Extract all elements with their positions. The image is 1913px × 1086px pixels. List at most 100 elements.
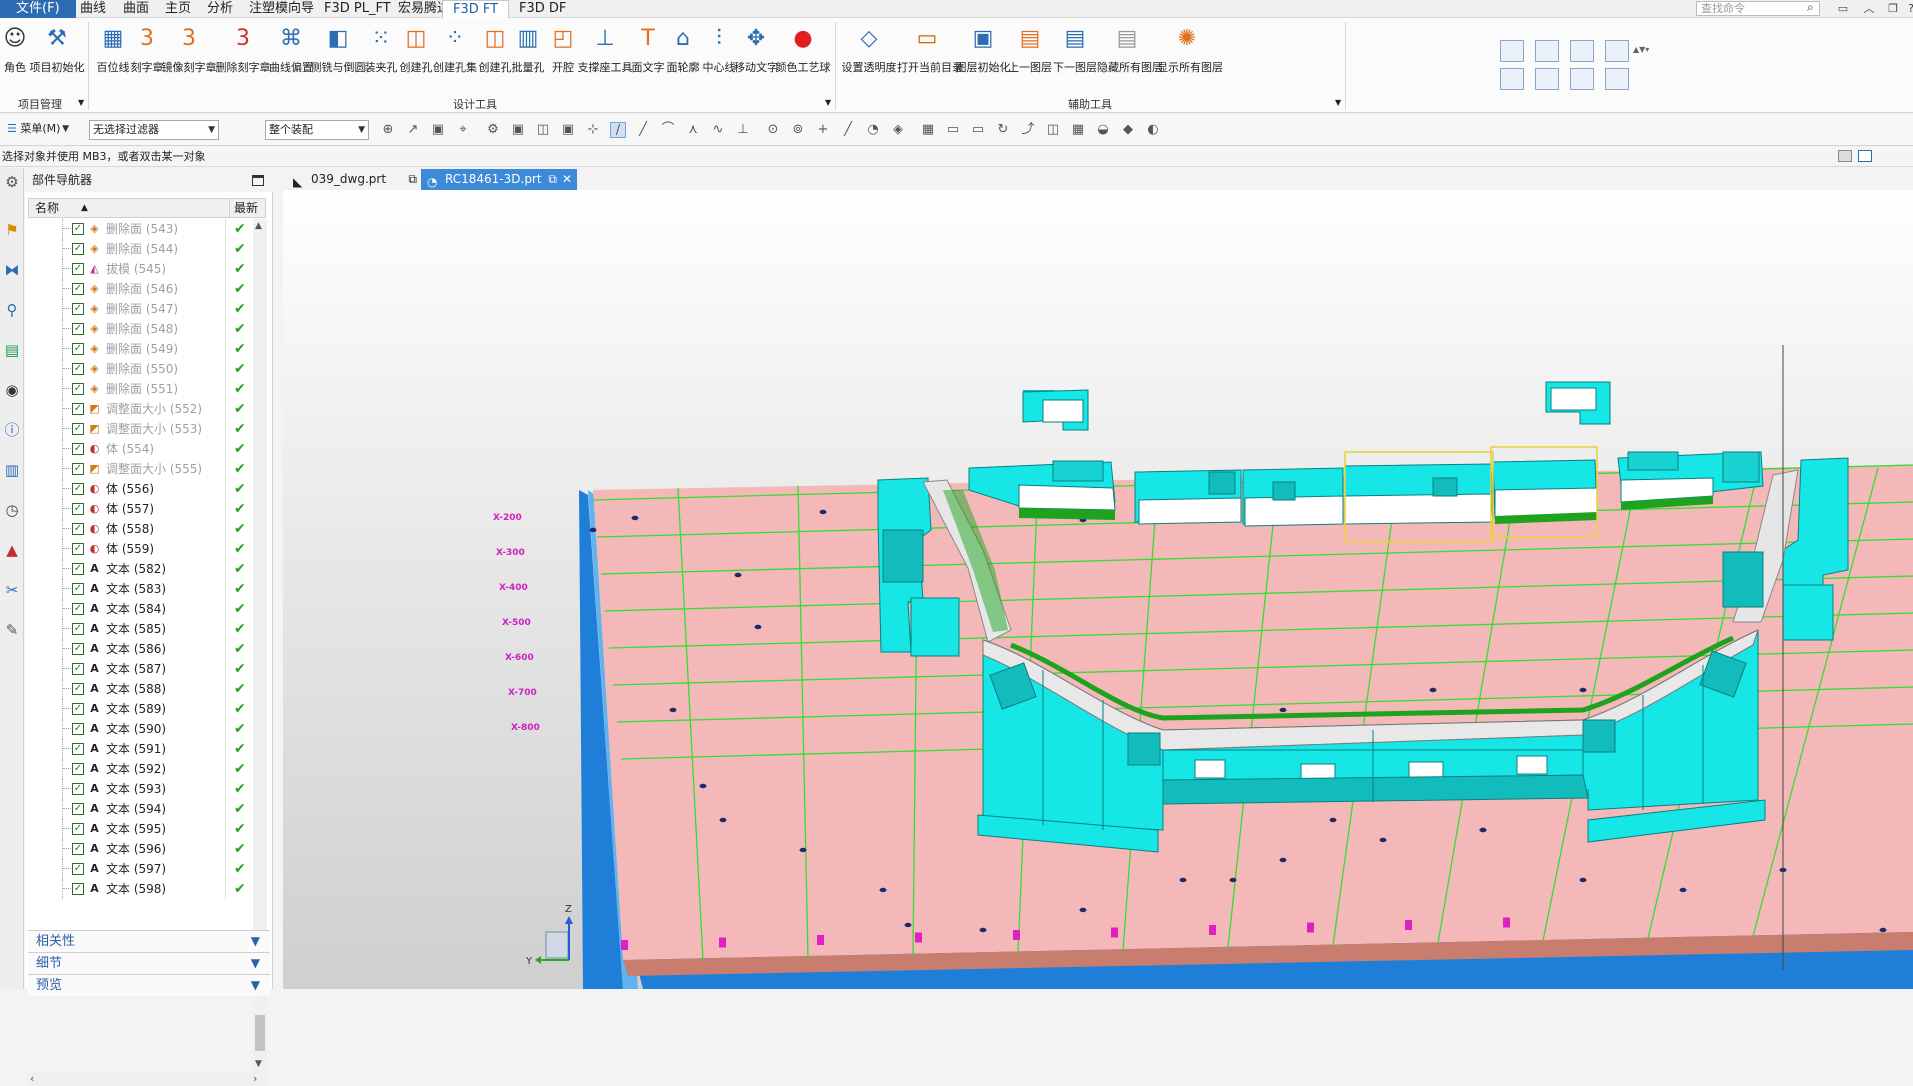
tree-row[interactable]: ✓ A 文本 (596) ✔ — [28, 839, 250, 859]
tree-row[interactable]: ✓ A 文本 (590) ✔ — [28, 719, 250, 739]
snap-tool-icon-0[interactable]: ⊕ — [380, 122, 396, 138]
tree-row[interactable]: ✓ A 文本 (587) ✔ — [28, 659, 250, 679]
visibility-checkbox[interactable]: ✓ — [72, 863, 84, 875]
menu-tab-8[interactable]: F3D DF — [509, 0, 576, 18]
ribbon-button-2-5[interactable]: ▤ 隐藏所有图层 — [1097, 22, 1163, 75]
tree-row[interactable]: ✓ A 文本 (598) ✔ — [28, 879, 250, 899]
snap-tool-icon-2[interactable]: ▣ — [430, 122, 446, 138]
collapse-ribbon-icon[interactable]: ︿ — [1860, 1, 1878, 17]
reuse-library-icon[interactable]: ▤ — [2, 340, 22, 360]
visibility-checkbox[interactable]: ✓ — [72, 883, 84, 895]
visibility-checkbox[interactable]: ✓ — [72, 643, 84, 655]
visibility-checkbox[interactable]: ✓ — [72, 343, 84, 355]
ribbon-button-2-1[interactable]: ▭ 打开当前目录 — [897, 22, 963, 75]
section-details[interactable]: 细节 ▼ — [28, 952, 270, 974]
search-icon[interactable]: ⌕ — [1807, 0, 1814, 15]
tree-row[interactable]: ✓ ◈ 删除面 (551) ✔ — [28, 379, 250, 399]
ribbon-button-2-4[interactable]: ▤ 下一图层 — [1045, 22, 1105, 75]
section-dependencies[interactable]: 相关性 ▼ — [28, 930, 270, 952]
visibility-checkbox[interactable]: ✓ — [72, 483, 84, 495]
snap-tool-icon-4[interactable]: ⚙ — [485, 122, 501, 138]
snap-tool-icon-11[interactable]: ⌒ — [660, 122, 676, 138]
gallery-icon-2[interactable] — [1570, 40, 1594, 62]
gallery-icon-4[interactable] — [1500, 68, 1524, 90]
ribbon-button-1-2[interactable]: 3 镜像刻字章 — [159, 22, 219, 75]
visibility-checkbox[interactable]: ✓ — [72, 323, 84, 335]
tree-row[interactable]: ✓ A 文本 (586) ✔ — [28, 639, 250, 659]
menu-tab-3[interactable]: 分析 — [197, 0, 243, 18]
scroll-right-icon[interactable]: › — [253, 1072, 257, 1085]
visibility-checkbox[interactable]: ✓ — [72, 543, 84, 555]
snap-tool-icon-6[interactable]: ◫ — [535, 122, 551, 138]
scroll-down-icon[interactable]: ▼ — [255, 1059, 262, 1069]
gallery-icon-7[interactable] — [1605, 68, 1629, 90]
visibility-checkbox[interactable]: ✓ — [72, 783, 84, 795]
view-icon-1[interactable] — [1838, 150, 1852, 162]
tab-039-dwg[interactable]: ◣ 039_dwg.prt ⧉ — [287, 169, 421, 190]
gallery-icon-0[interactable] — [1500, 40, 1524, 62]
group-dropdown-icon[interactable]: ▼ — [78, 98, 84, 107]
visibility-checkbox[interactable]: ✓ — [72, 303, 84, 315]
tree-row[interactable]: ✓ ◈ 删除面 (546) ✔ — [28, 279, 250, 299]
tree-row[interactable]: ✓ A 文本 (588) ✔ — [28, 679, 250, 699]
tree-row[interactable]: ✓ ◈ 删除面 (544) ✔ — [28, 239, 250, 259]
snap-tool-icon-24[interactable]: ↻ — [995, 122, 1011, 138]
snap-tool-icon-13[interactable]: ∿ — [710, 122, 726, 138]
snap-tool-icon-22[interactable]: ▭ — [945, 122, 961, 138]
snap-tool-icon-30[interactable]: ◐ — [1145, 122, 1161, 138]
visibility-checkbox[interactable]: ✓ — [72, 683, 84, 695]
tree-row[interactable]: ✓ A 文本 (585) ✔ — [28, 619, 250, 639]
menu-tab-2[interactable]: 主页 — [155, 0, 201, 18]
visibility-checkbox[interactable]: ✓ — [72, 263, 84, 275]
tree-row[interactable]: ✓ ◈ 删除面 (547) ✔ — [28, 299, 250, 319]
help-icon[interactable]: ? — [1902, 1, 1913, 17]
visibility-checkbox[interactable]: ✓ — [72, 663, 84, 675]
tree-row[interactable]: ✓ A 文本 (591) ✔ — [28, 739, 250, 759]
snap-tool-icon-7[interactable]: ▣ — [560, 122, 576, 138]
snap-tool-icon-17[interactable]: + — [815, 122, 831, 138]
menu-tab-4[interactable]: 注塑模向导 — [239, 0, 324, 18]
gallery-icon-5[interactable] — [1535, 68, 1559, 90]
snap-tool-icon-1[interactable]: ↗ — [405, 122, 421, 138]
tree-row[interactable]: ✓ A 文本 (593) ✔ — [28, 779, 250, 799]
visibility-checkbox[interactable]: ✓ — [72, 523, 84, 535]
ribbon-button-2-0[interactable]: ◇ 设置透明度 — [839, 22, 899, 75]
gallery-icon-6[interactable] — [1570, 68, 1594, 90]
gear-icon[interactable]: ⚙ — [2, 172, 22, 192]
scroll-thumb[interactable] — [255, 1015, 265, 1051]
snap-tool-icon-3[interactable]: ⌖ — [455, 122, 471, 138]
history-icon[interactable]: ▥ — [2, 460, 22, 480]
horizontal-scrollbar[interactable]: ‹ › — [28, 1072, 266, 1086]
menu-tab-7[interactable]: F3D FT — [442, 0, 510, 18]
visibility-checkbox[interactable]: ✓ — [72, 423, 84, 435]
assembly-scope-dropdown[interactable]: 整个装配 ▼ — [265, 120, 369, 140]
tree-row[interactable]: ✓ ◈ 删除面 (548) ✔ — [28, 319, 250, 339]
tree-row[interactable]: ✓ ◩ 调整面大小 (555) ✔ — [28, 459, 250, 479]
visibility-checkbox[interactable]: ✓ — [72, 443, 84, 455]
tree-row[interactable]: ✓ A 文本 (595) ✔ — [28, 819, 250, 839]
tab-rc18461-3d[interactable]: ◔ RC18461-3D.prt ⧉ ✕ — [421, 169, 577, 190]
tree-row[interactable]: ✓ ◐ 体 (554) ✔ — [28, 439, 250, 459]
snap-tool-icon-27[interactable]: ▦ — [1070, 122, 1086, 138]
assembly-navigator-icon[interactable]: ⚑ — [2, 220, 22, 240]
maximize-icon[interactable] — [252, 175, 264, 186]
visibility-checkbox[interactable]: ✓ — [72, 503, 84, 515]
section-preview[interactable]: 预览 ▼ — [28, 974, 270, 996]
window-restore-icon[interactable]: ❐ — [1884, 1, 1902, 17]
snap-tool-icon-10[interactable]: ╱ — [635, 122, 651, 138]
snap-tool-icon-20[interactable]: ◈ — [890, 122, 906, 138]
snap-tool-icon-16[interactable]: ⊚ — [790, 122, 806, 138]
visibility-checkbox[interactable]: ✓ — [72, 823, 84, 835]
scroll-up-icon[interactable]: ▲ — [255, 221, 262, 231]
snap-tool-icon-18[interactable]: ╱ — [840, 122, 856, 138]
tree-row[interactable]: ✓ A 文本 (589) ✔ — [28, 699, 250, 719]
tree-row[interactable]: ✓ ◐ 体 (558) ✔ — [28, 519, 250, 539]
constraint-navigator-icon[interactable]: ⧓ — [2, 260, 22, 280]
system-scenes-icon[interactable]: ✎ — [2, 620, 22, 640]
selection-filter-dropdown[interactable]: 无选择过滤器 ▼ — [89, 120, 219, 140]
gallery-icon-3[interactable] — [1605, 40, 1629, 62]
menu-button[interactable]: ☰ 菜单(M) ▼ — [4, 120, 72, 140]
visibility-checkbox[interactable]: ✓ — [72, 743, 84, 755]
menu-tab-1[interactable]: 曲面 — [113, 0, 159, 18]
graphics-window[interactable]: X-200 X-300 X-400 X-500 X-600 X-700 X-800 — [283, 190, 1913, 989]
